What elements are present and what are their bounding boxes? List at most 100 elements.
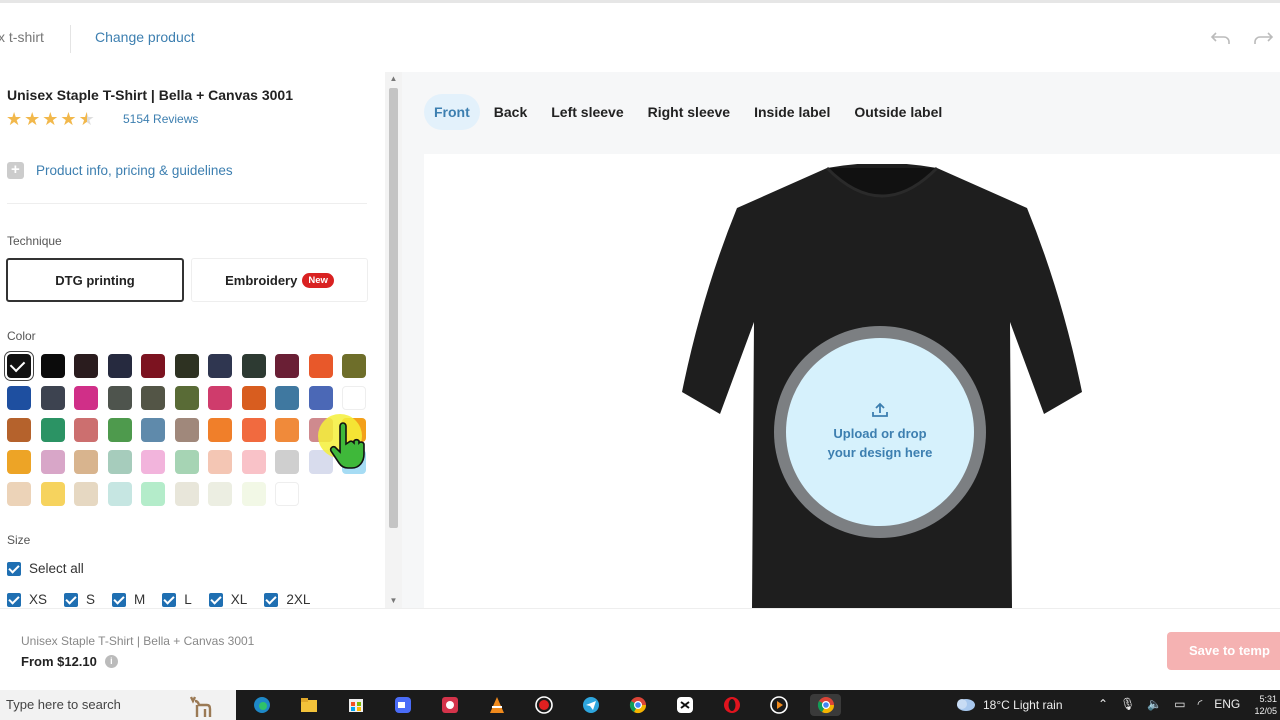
color-swatch[interactable]	[141, 354, 165, 378]
file-explorer-icon[interactable]	[293, 694, 324, 716]
size-checkbox-s[interactable]: S	[64, 592, 95, 607]
zoom-icon[interactable]	[387, 694, 418, 716]
size-checkbox-xs[interactable]: XS	[7, 592, 47, 607]
color-swatch[interactable]	[141, 418, 165, 442]
color-swatch[interactable]	[174, 386, 199, 410]
record-icon[interactable]	[528, 694, 559, 716]
color-swatch[interactable]	[141, 450, 165, 474]
color-swatch[interactable]	[7, 450, 31, 474]
tab-inside-label[interactable]: Inside label	[744, 94, 840, 130]
color-swatch[interactable]	[107, 354, 132, 378]
chrome-icon[interactable]	[622, 694, 653, 716]
battery-icon[interactable]: ▭	[1174, 697, 1185, 711]
color-swatch[interactable]	[241, 482, 266, 506]
color-swatch[interactable]	[275, 450, 299, 474]
chevron-up-icon[interactable]: ⌃	[1098, 697, 1108, 711]
tab-outside-label[interactable]: Outside label	[844, 94, 952, 130]
edge-icon[interactable]	[246, 694, 277, 716]
color-swatch[interactable]	[74, 450, 98, 474]
scroll-down-icon[interactable]: ▼	[385, 594, 402, 608]
color-swatch[interactable]	[241, 450, 266, 474]
color-swatch[interactable]	[208, 418, 232, 442]
color-swatch[interactable]	[107, 386, 132, 410]
network-icon[interactable]: ◜	[1198, 697, 1203, 711]
scroll-thumb[interactable]	[389, 88, 398, 528]
scroll-up-icon[interactable]: ▲	[385, 72, 402, 86]
technique-embroidery-button[interactable]: Embroidery New	[191, 258, 368, 302]
change-product-link[interactable]: Change product	[95, 29, 195, 45]
color-swatch[interactable]	[174, 450, 199, 474]
undo-icon[interactable]	[1210, 29, 1232, 47]
color-swatch[interactable]	[74, 354, 98, 378]
product-info-link[interactable]: Product info, pricing & guidelines	[7, 161, 233, 179]
color-swatch[interactable]	[40, 418, 65, 442]
chrome-active-icon[interactable]	[810, 694, 841, 716]
size-checkbox-m[interactable]: M	[112, 592, 145, 607]
color-swatch[interactable]	[342, 354, 366, 378]
taskbar-clock[interactable]: 5:31 12/05	[1247, 693, 1277, 717]
color-swatch[interactable]	[141, 482, 165, 506]
color-swatch[interactable]	[107, 482, 132, 506]
color-swatch[interactable]	[208, 450, 232, 474]
vlc-icon[interactable]	[481, 694, 512, 716]
color-swatch[interactable]	[241, 354, 266, 378]
tab-right-sleeve[interactable]: Right sleeve	[638, 94, 740, 130]
color-swatch[interactable]	[7, 482, 31, 506]
taskbar-weather[interactable]: 18°C Light rain	[955, 697, 1063, 713]
color-swatch[interactable]	[40, 450, 65, 474]
color-swatch[interactable]	[107, 450, 132, 474]
capcut-icon[interactable]	[669, 694, 700, 716]
size-checkbox-2xl[interactable]: 2XL	[264, 592, 310, 607]
color-swatch[interactable]	[74, 386, 98, 410]
color-swatch[interactable]	[241, 386, 266, 410]
color-swatch[interactable]	[275, 354, 299, 378]
telegram-icon[interactable]	[575, 694, 606, 716]
design-maker-window: x t-shirt Change product Unisex Staple T…	[0, 0, 1280, 720]
volume-icon[interactable]: 🔈	[1147, 697, 1162, 711]
color-swatch[interactable]	[241, 418, 266, 442]
tab-left-sleeve[interactable]: Left sleeve	[541, 94, 633, 130]
color-swatch[interactable]	[208, 386, 232, 410]
color-swatch[interactable]	[74, 418, 98, 442]
color-swatch[interactable]	[275, 482, 299, 506]
color-swatch[interactable]	[40, 482, 65, 506]
tab-back[interactable]: Back	[484, 94, 537, 130]
color-swatch[interactable]	[7, 386, 31, 410]
color-swatch[interactable]	[107, 418, 132, 442]
color-swatch[interactable]	[174, 482, 199, 506]
media-player-icon[interactable]	[763, 694, 794, 716]
technique-dtg-button[interactable]: DTG printing	[6, 258, 184, 302]
size-checkbox-l[interactable]: L	[162, 592, 192, 607]
color-swatch[interactable]	[208, 354, 232, 378]
color-swatch[interactable]	[174, 418, 199, 442]
color-swatch[interactable]	[308, 354, 333, 378]
redo-icon[interactable]	[1252, 29, 1274, 47]
store-icon[interactable]	[340, 694, 371, 716]
color-swatch[interactable]	[40, 386, 65, 410]
language-indicator[interactable]: ENG	[1214, 697, 1240, 711]
left-panel-scrollbar[interactable]: ▲ ▼	[385, 72, 402, 608]
color-swatch[interactable]	[74, 482, 98, 506]
color-swatch[interactable]	[7, 354, 31, 378]
color-swatch[interactable]	[40, 354, 65, 378]
microphone-icon[interactable]: 🎙	[1120, 697, 1135, 711]
size-checkbox-xl[interactable]: XL	[208, 592, 247, 607]
tab-front[interactable]: Front	[424, 94, 480, 130]
save-to-templates-button[interactable]: Save to temp	[1167, 632, 1280, 670]
reviews-link[interactable]: 5154 Reviews	[123, 112, 198, 126]
info-icon[interactable]: i	[104, 655, 118, 668]
color-swatch[interactable]	[174, 354, 199, 378]
select-all-checkbox[interactable]: Select all	[7, 561, 84, 576]
color-swatch[interactable]	[7, 418, 31, 442]
color-swatch[interactable]	[275, 418, 299, 442]
opera-icon[interactable]	[716, 694, 747, 716]
color-swatch[interactable]	[275, 386, 299, 410]
color-swatch[interactable]	[308, 386, 333, 410]
hand-pointer-cursor-icon	[318, 414, 365, 469]
color-swatch[interactable]	[208, 482, 232, 506]
color-swatch[interactable]	[141, 386, 165, 410]
screen-recorder-icon[interactable]	[434, 694, 465, 716]
color-swatch[interactable]	[342, 386, 366, 410]
upload-dropzone[interactable]: Upload or drop your design here	[774, 326, 986, 538]
size-label: Size	[7, 533, 31, 547]
